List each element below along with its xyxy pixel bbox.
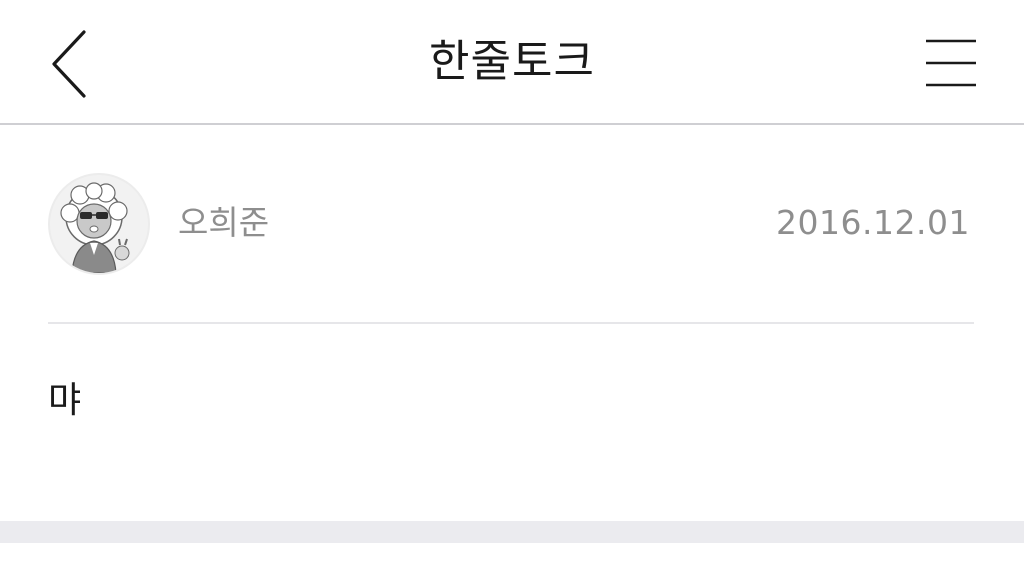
section-separator <box>0 521 1024 543</box>
hamburger-menu-icon <box>926 39 976 87</box>
top-navigation-bar: 한줄토크 <box>0 0 1024 125</box>
content-divider <box>48 322 974 324</box>
avatar[interactable] <box>48 173 150 275</box>
menu-button[interactable] <box>918 30 984 96</box>
post-date: 2016.12.01 <box>776 203 970 242</box>
bottom-area <box>0 543 1024 577</box>
character-avatar-icon <box>60 182 130 273</box>
author-name: 오희준 <box>178 203 270 242</box>
page-title: 한줄토크 <box>429 36 595 87</box>
talk-post: 오희준 2016.12.01 먀 <box>0 125 1024 521</box>
app-window: 한줄토크 오희준 2016.12.01 먀 <box>0 0 1024 577</box>
post-author-row: 오희준 2016.12.01 <box>48 173 974 277</box>
post-message: 먀 <box>48 380 82 421</box>
